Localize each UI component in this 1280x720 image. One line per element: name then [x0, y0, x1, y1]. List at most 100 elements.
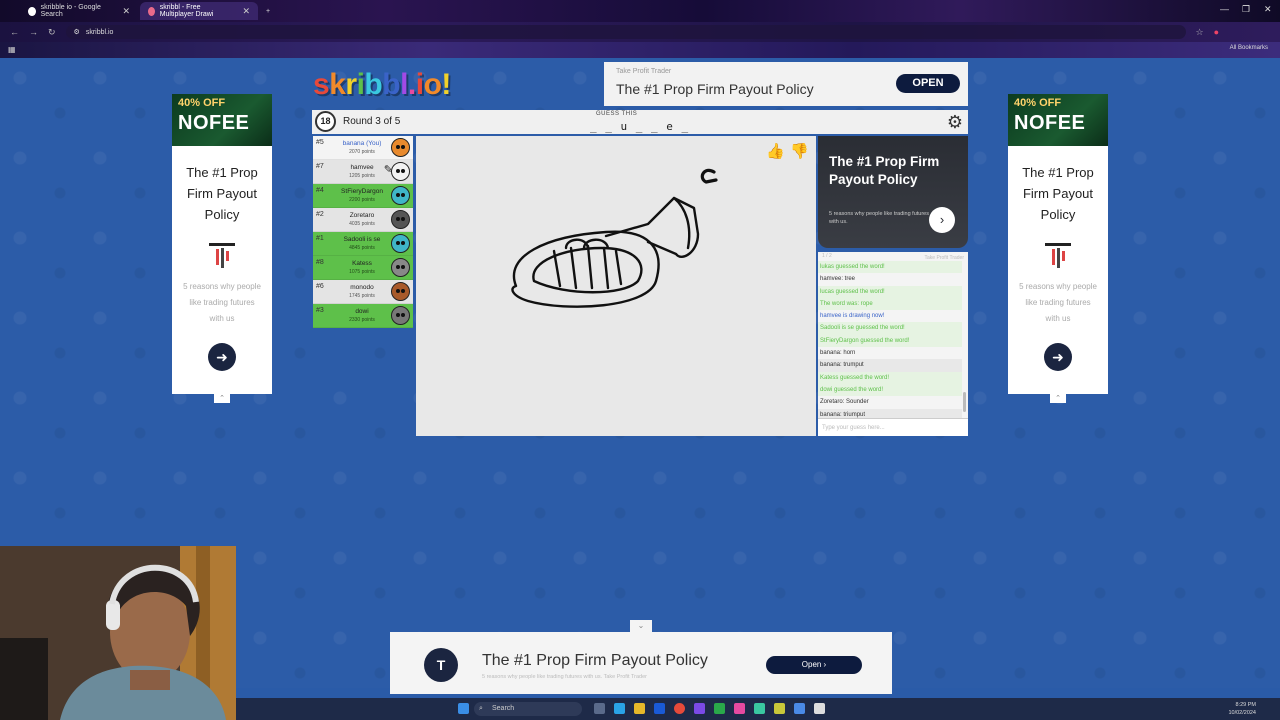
browser-tabbar: skribble io - Google Search ✕ skribbl - … — [0, 0, 1280, 22]
right-side-ad[interactable]: 40% OFF NOFEE The #1 Prop Firm Payout Po… — [1008, 94, 1108, 403]
player-name: StFieryDargon — [341, 188, 383, 195]
ad-headline: The #1 Prop Firm Payout Policy — [186, 165, 258, 222]
chat-scrollbar[interactable] — [963, 392, 966, 412]
app-icon[interactable] — [814, 703, 825, 714]
player-row[interactable]: #5 banana (You) 2070 points — [313, 136, 413, 160]
reload-icon[interactable]: ↻ — [48, 27, 56, 38]
minimize-icon[interactable]: — — [1220, 4, 1229, 14]
ad-headline: The #1 Prop Firm Payout Policy — [1022, 165, 1094, 222]
search-icon: ⌕ — [479, 705, 483, 712]
ad-banner: 40% OFF NOFEE — [172, 94, 272, 146]
player-avatar — [391, 210, 410, 229]
app-icon[interactable] — [734, 703, 745, 714]
chat-messages: lukas guessed the word! hamvee: tree lucas… — [818, 261, 962, 418]
chat-message: dowi guessed the word! — [818, 383, 962, 397]
arrow-right-icon[interactable]: ➜ — [208, 343, 236, 371]
chevron-down-icon[interactable]: ⌄ — [630, 620, 652, 632]
skribbl-icon — [148, 6, 155, 16]
chat-message: The word was: rope — [818, 297, 962, 311]
taskbar-search-label: Search — [492, 705, 515, 712]
profile-avatar[interactable]: ● — [1214, 27, 1219, 37]
chat-guess-input[interactable]: Type your guess here... — [818, 418, 968, 436]
back-icon[interactable]: ← — [10, 27, 19, 37]
chevron-up-icon[interactable]: ⌃ — [214, 394, 230, 403]
logo-letter: k — [329, 68, 346, 101]
player-rank: #7 — [316, 163, 324, 170]
chat-message: lukas guessed the word! — [818, 261, 962, 274]
player-row[interactable]: #8 Katess 1075 points — [313, 256, 413, 280]
app-icon[interactable] — [794, 703, 805, 714]
clock-time: 8:29 PM — [1235, 702, 1256, 708]
player-row[interactable]: #7 hamvee 1205 points ✎ — [313, 160, 413, 184]
player-name: Katess — [352, 260, 372, 267]
app-icon[interactable] — [754, 703, 765, 714]
maximize-icon[interactable]: ❐ — [1242, 4, 1250, 15]
tab-skribbl[interactable]: skribbl - Free Multiplayer Drawi ✕ — [140, 2, 258, 20]
player-rank: #4 — [316, 187, 324, 194]
new-tab-button[interactable]: + — [258, 2, 278, 20]
chevron-up-icon[interactable]: ⌃ — [1050, 394, 1066, 403]
close-window-icon[interactable]: ✕ — [1264, 4, 1272, 15]
tab-google-search[interactable]: skribble io - Google Search ✕ — [20, 2, 138, 20]
player-points: 2070 points — [349, 149, 375, 155]
player-name: banana (You) — [342, 140, 382, 147]
logo-letter: i — [356, 68, 365, 101]
apps-icon[interactable]: ▦ — [8, 45, 16, 54]
player-row[interactable]: #1 Sadooli is se 4845 points — [313, 232, 413, 256]
player-row[interactable]: #2 Zoretaro 4035 points — [313, 208, 413, 232]
chrome-icon[interactable] — [674, 703, 685, 714]
player-points: 2200 points — [349, 197, 375, 203]
drawing-canvas[interactable]: 👍 👎 — [416, 136, 816, 436]
ad-banner-title: NOFEE — [178, 112, 250, 134]
webcam-person-image — [0, 546, 236, 720]
store-icon[interactable] — [654, 703, 665, 714]
app-icon[interactable] — [774, 703, 785, 714]
player-avatar — [391, 306, 410, 325]
thumbs-up-icon[interactable]: 👍 — [766, 142, 785, 160]
player-row[interactable]: #4 StFieryDargon 2200 points — [313, 184, 413, 208]
bottom-ad[interactable]: ⌄ T The #1 Prop Firm Payout Policy 5 rea… — [390, 620, 892, 694]
logo-letter: r — [345, 68, 357, 101]
task-view-icon[interactable] — [594, 703, 605, 714]
ad-open-button[interactable]: OPEN — [896, 74, 960, 93]
settings-gear-icon[interactable]: ⚙ — [945, 112, 965, 132]
xbox-icon[interactable] — [714, 703, 725, 714]
windows-taskbar: ⌕ Search 8:29 PM 10/02/2024 — [236, 698, 1280, 720]
file-explorer-icon[interactable] — [634, 703, 645, 714]
site-info-icon[interactable]: ⚙ — [74, 28, 80, 36]
ad-banner: 40% OFF NOFEE — [1008, 94, 1108, 146]
clock-date: 10/02/2024 — [1228, 710, 1256, 716]
player-avatar — [391, 282, 410, 301]
left-side-ad[interactable]: 40% OFF NOFEE The #1 Prop Firm Payout Po… — [172, 94, 272, 403]
ad-banner-discount: 40% OFF — [178, 97, 226, 109]
sidebar-ad[interactable]: The #1 Prop Firm Payout Policy 5 reasons… — [818, 136, 968, 248]
ad-open-button[interactable]: Open › — [766, 656, 862, 674]
chevron-right-icon[interactable]: › — [929, 207, 955, 233]
taskbar-search[interactable]: ⌕ Search — [474, 702, 582, 716]
player-name: Zoretaro — [349, 212, 375, 219]
bookmark-star-icon[interactable]: ☆ — [1196, 27, 1204, 38]
arrow-right-icon[interactable]: ➜ — [1044, 343, 1072, 371]
player-avatar — [391, 138, 410, 157]
close-icon[interactable]: ✕ — [122, 6, 130, 17]
player-row[interactable]: #6 monodo 1745 points — [313, 280, 413, 304]
windows-start-icon[interactable] — [458, 703, 469, 714]
close-icon[interactable]: ✕ — [242, 6, 250, 17]
all-bookmarks-link[interactable]: All Bookmarks — [1230, 45, 1268, 51]
game-header: 18 Round 3 of 5 GUESS THIS _ _ u _ _ e _… — [312, 110, 968, 134]
edge-icon[interactable] — [614, 703, 625, 714]
thumbs-down-icon[interactable]: 👎 — [790, 142, 809, 160]
take-profit-logo-icon — [208, 241, 236, 269]
player-rank: #2 — [316, 211, 324, 218]
top-ad[interactable]: Take Profit Trader The #1 Prop Firm Payo… — [604, 62, 968, 106]
ad-title: The #1 Prop Firm Payout Policy — [482, 652, 708, 669]
drawing-svg — [511, 168, 718, 308]
obs-icon[interactable] — [694, 703, 705, 714]
tab-label: skribbl - Free Multiplayer Drawi — [159, 4, 214, 18]
url-input[interactable]: ⚙ skribbl.io — [65, 25, 1186, 39]
taskbar-clock[interactable]: 8:29 PM 10/02/2024 — [1228, 701, 1256, 717]
player-rank: #3 — [316, 307, 324, 314]
drawing-stroke-inner — [532, 246, 643, 294]
forward-icon[interactable]: → — [29, 27, 38, 37]
player-row[interactable]: #3 dowi 2330 points — [313, 304, 413, 328]
